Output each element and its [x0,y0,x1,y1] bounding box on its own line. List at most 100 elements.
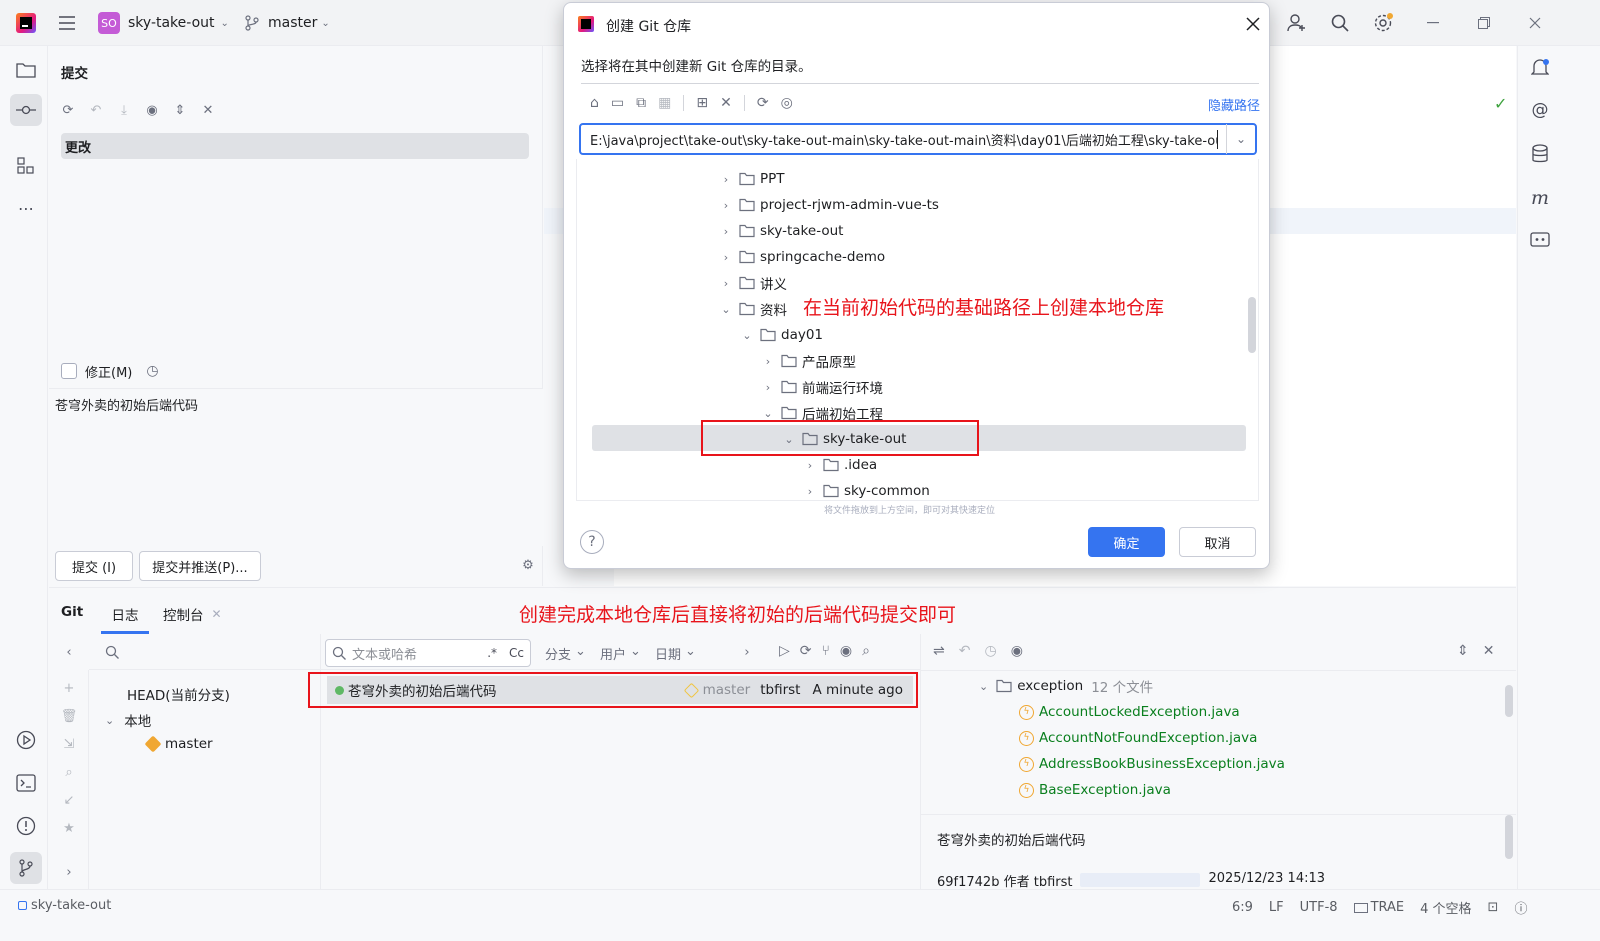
log-search-input[interactable]: 文本或哈希 .* Cc [325,639,531,667]
shelve-icon[interactable]: ⤓ [115,100,133,120]
project-folder-icon[interactable] [14,58,38,82]
delete-branch-icon[interactable]: 🗑 [61,708,78,724]
git-tab[interactable]: Git [61,604,83,620]
commit-message-area[interactable]: 苍穹外卖的初始后端代码 [49,388,543,546]
head-branch[interactable]: HEAD(当前分支) [127,684,230,704]
new-folder-icon[interactable]: ⊞ [696,95,708,111]
trae-widget[interactable]: TRAE [1353,900,1404,915]
structure-icon[interactable] [14,154,38,178]
chevron-right-icon[interactable]: › [761,354,775,368]
rollback-icon[interactable]: ↶ [87,100,105,120]
chevron-right-icon[interactable]: › [761,380,775,394]
chevron-right-icon[interactable]: › [803,458,817,472]
branch-search-box[interactable] [89,634,321,670]
close-dialog-icon[interactable] [1244,15,1262,33]
tree-scrollbar[interactable] [1248,297,1256,353]
more-filters-icon[interactable]: › [739,644,755,660]
changed-file-row[interactable]: ϟ AddressBookBusinessException.java [1019,751,1285,777]
maven-icon[interactable]: m [1528,186,1552,210]
hide-path-link[interactable]: 隐藏路径 [1208,95,1260,114]
details-scrollbar[interactable] [1505,815,1513,859]
console-tab[interactable]: 控制台 ✕ [163,604,222,624]
tree-row[interactable]: › sky-common [803,478,930,500]
files-scrollbar[interactable] [1505,685,1513,717]
tree-row[interactable]: › project-rjwm-admin-vue-ts [719,192,939,218]
tree-row[interactable]: › PPT [719,166,785,192]
home-icon[interactable]: ⌂ [590,95,599,111]
search-icon[interactable] [1329,12,1351,34]
tree-row[interactable]: › springcache-demo [719,244,885,270]
view-options-icon[interactable]: ◉ [840,643,852,659]
ai-assistant-icon[interactable]: @ [1528,98,1552,122]
case-toggle[interactable]: Cc [509,646,524,660]
close-tab-icon[interactable]: ✕ [212,607,222,621]
desktop-icon[interactable]: ▭ [611,95,624,111]
user-filter[interactable]: 用户 ⌄ [600,644,641,663]
add-user-icon[interactable] [1286,12,1308,34]
project-dir-icon[interactable]: ⧉ [636,95,646,111]
problems-icon[interactable] [14,814,38,838]
expand-all-icon[interactable]: ⇕ [171,100,189,120]
file-encoding[interactable]: UTF-8 [1300,900,1338,915]
changed-file-row[interactable]: ϟ AccountNotFoundException.java [1019,725,1257,751]
tree-row[interactable]: › sky-take-out [719,218,844,244]
endpoints-icon[interactable] [1528,228,1552,252]
collapse-all-icon[interactable]: ✕ [1483,643,1495,659]
refresh-icon[interactable]: ⟳ [757,95,769,111]
revert-icon[interactable]: ↶ [959,643,971,659]
find-branch-icon[interactable]: ⌕ [61,764,77,780]
git-tool-icon[interactable] [10,852,42,884]
notifications-icon[interactable] [1528,56,1552,80]
main-menu-icon[interactable] [56,12,78,34]
chevron-down-icon[interactable]: ⌄ [740,328,754,342]
expand-right-icon[interactable]: › [61,864,77,880]
refresh-icon[interactable]: ⟳ [59,100,77,120]
delete-icon[interactable]: ✕ [720,95,732,111]
cherry-pick-icon[interactable]: ▷ [779,643,790,659]
tree-row[interactable]: › 讲义 [719,270,787,296]
fetch-icon[interactable]: ⇲ [61,736,77,752]
log-tab[interactable]: 日志 [101,596,149,634]
chevron-right-icon[interactable]: › [803,484,817,498]
settings-icon[interactable] [1372,12,1394,34]
commit-and-push-button[interactable]: 提交并推送(P)... [139,551,261,581]
chevron-down-icon[interactable]: ⌄ [1227,132,1255,146]
line-separator[interactable]: LF [1269,900,1284,915]
commit-button[interactable]: 提交 (I) [55,551,133,581]
collapse-all-icon[interactable]: ✕ [199,100,217,120]
chevron-right-icon[interactable]: › [719,172,733,186]
refresh-log-icon[interactable]: ⟳ [800,643,812,659]
chevron-right-icon[interactable]: › [719,224,733,238]
indent-setting[interactable]: 4 个空格 [1420,898,1471,917]
caret-position[interactable]: 6:9 [1232,900,1253,915]
run-icon[interactable] [14,728,38,752]
update-icon[interactable]: ↙ [61,792,77,808]
branch-filter[interactable]: 分支 ⌄ [545,644,586,663]
ok-button[interactable]: 确定 [1088,527,1165,557]
local-branches-node[interactable]: ⌄ 本地 [105,710,151,731]
branch-selector[interactable]: master ⌄ [244,12,330,34]
chevron-right-icon[interactable]: › [719,250,733,264]
master-branch[interactable]: master [144,735,213,753]
regex-toggle[interactable]: .* [487,646,497,660]
view-options-icon[interactable]: ◉ [143,100,161,120]
chevron-right-icon[interactable]: › [719,276,733,290]
changed-file-row[interactable]: ϟ BaseException.java [1019,777,1171,803]
favorite-icon[interactable]: ★ [61,820,77,836]
cancel-button[interactable]: 取消 [1179,527,1256,557]
add-branch-icon[interactable]: + [61,680,77,696]
changes-group[interactable]: 更改 [61,133,529,159]
view-options-icon[interactable]: ◉ [1011,643,1023,659]
graph-icon[interactable]: ⑂ [822,643,830,659]
chevron-down-icon[interactable]: ⌄ [761,406,775,420]
tree-row[interactable]: › 产品原型 [761,348,856,374]
minimize-icon[interactable] [1422,12,1444,34]
history-icon[interactable]: ◷ [984,643,996,659]
exception-folder-row[interactable]: ⌄ exception 12 个文件 [979,673,1153,699]
lock-icon[interactable]: ⊡ [1488,900,1499,915]
changed-file-row[interactable]: ϟ AccountLockedException.java [1019,699,1240,725]
notifications-status-icon[interactable]: ⓘ [1514,898,1527,917]
commit-settings-icon[interactable]: ⚙ [519,556,537,574]
chevron-down-icon[interactable]: ⌄ [719,302,733,316]
compare-icon[interactable]: ⇌ [933,643,945,659]
